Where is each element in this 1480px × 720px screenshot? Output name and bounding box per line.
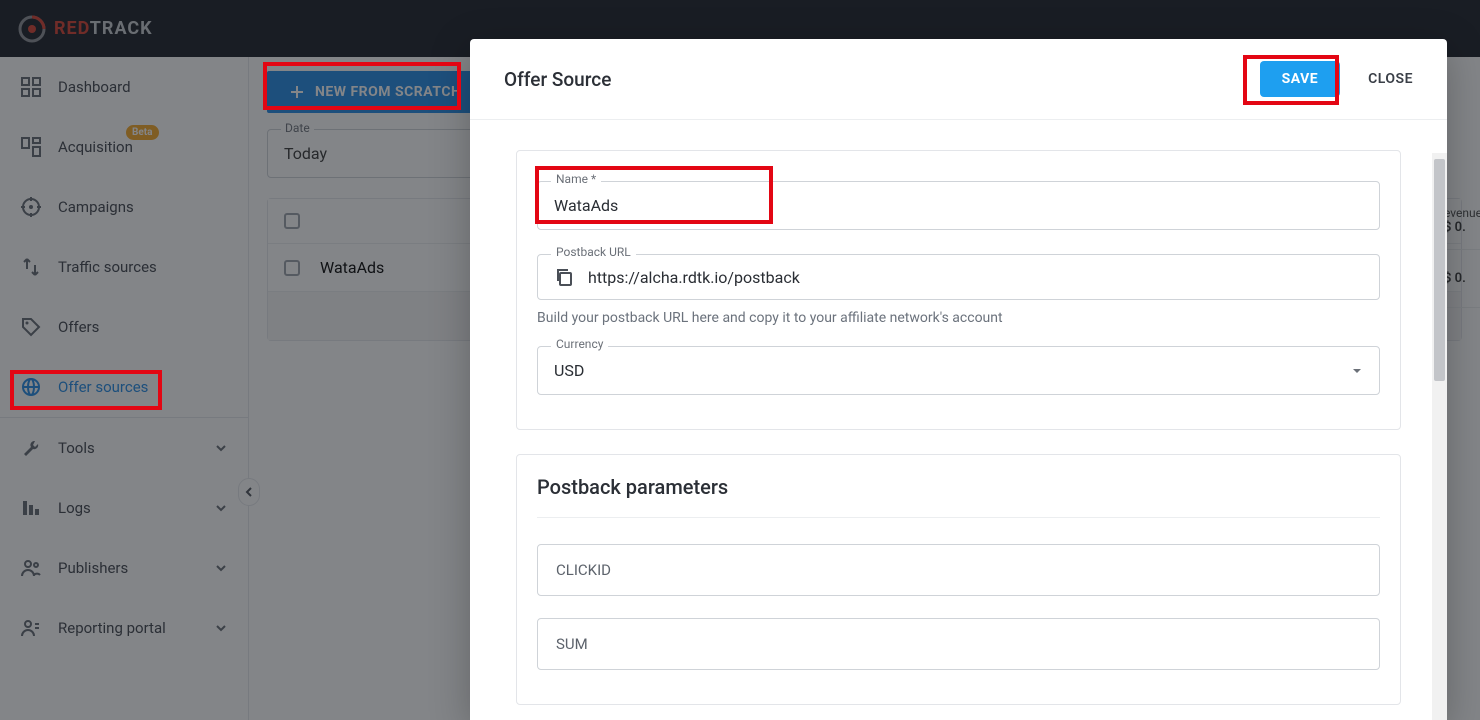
name-label: Name * bbox=[551, 172, 601, 186]
modal-scrollbar[interactable] bbox=[1432, 153, 1447, 720]
postback-url-field: Postback URL https://alcha.rdtk.io/postb… bbox=[537, 254, 1380, 300]
dropdown-icon bbox=[1351, 365, 1363, 377]
currency-field: Currency USD bbox=[537, 346, 1380, 395]
modal-body: Name * Postback URL https://alcha.rdtk.i… bbox=[470, 120, 1447, 720]
currency-value: USD bbox=[554, 361, 584, 380]
name-field: Name * bbox=[537, 181, 1380, 230]
currency-select[interactable]: USD bbox=[537, 346, 1380, 395]
postback-params-card: Postback parameters CLICKID SUM bbox=[516, 454, 1401, 705]
modal-title: Offer Source bbox=[504, 68, 611, 91]
close-button[interactable]: CLOSE bbox=[1368, 71, 1413, 87]
param-sum[interactable]: SUM bbox=[537, 618, 1380, 670]
postback-url-value: https://alcha.rdtk.io/postback bbox=[588, 268, 1363, 287]
copy-icon[interactable] bbox=[554, 267, 574, 287]
currency-label: Currency bbox=[551, 337, 608, 351]
postback-params-title: Postback parameters bbox=[537, 475, 1380, 517]
postback-label: Postback URL bbox=[551, 245, 636, 259]
save-button[interactable]: SAVE bbox=[1260, 61, 1341, 97]
offer-source-modal: Offer Source SAVE CLOSE Name * Postback … bbox=[470, 39, 1447, 720]
postback-hint: Build your postback URL here and copy it… bbox=[537, 310, 1380, 326]
basic-info-card: Name * Postback URL https://alcha.rdtk.i… bbox=[516, 150, 1401, 430]
name-input[interactable] bbox=[537, 181, 1380, 230]
modal-header: Offer Source SAVE CLOSE bbox=[470, 39, 1447, 120]
param-clickid[interactable]: CLICKID bbox=[537, 544, 1380, 596]
scrollbar-thumb[interactable] bbox=[1434, 159, 1445, 381]
